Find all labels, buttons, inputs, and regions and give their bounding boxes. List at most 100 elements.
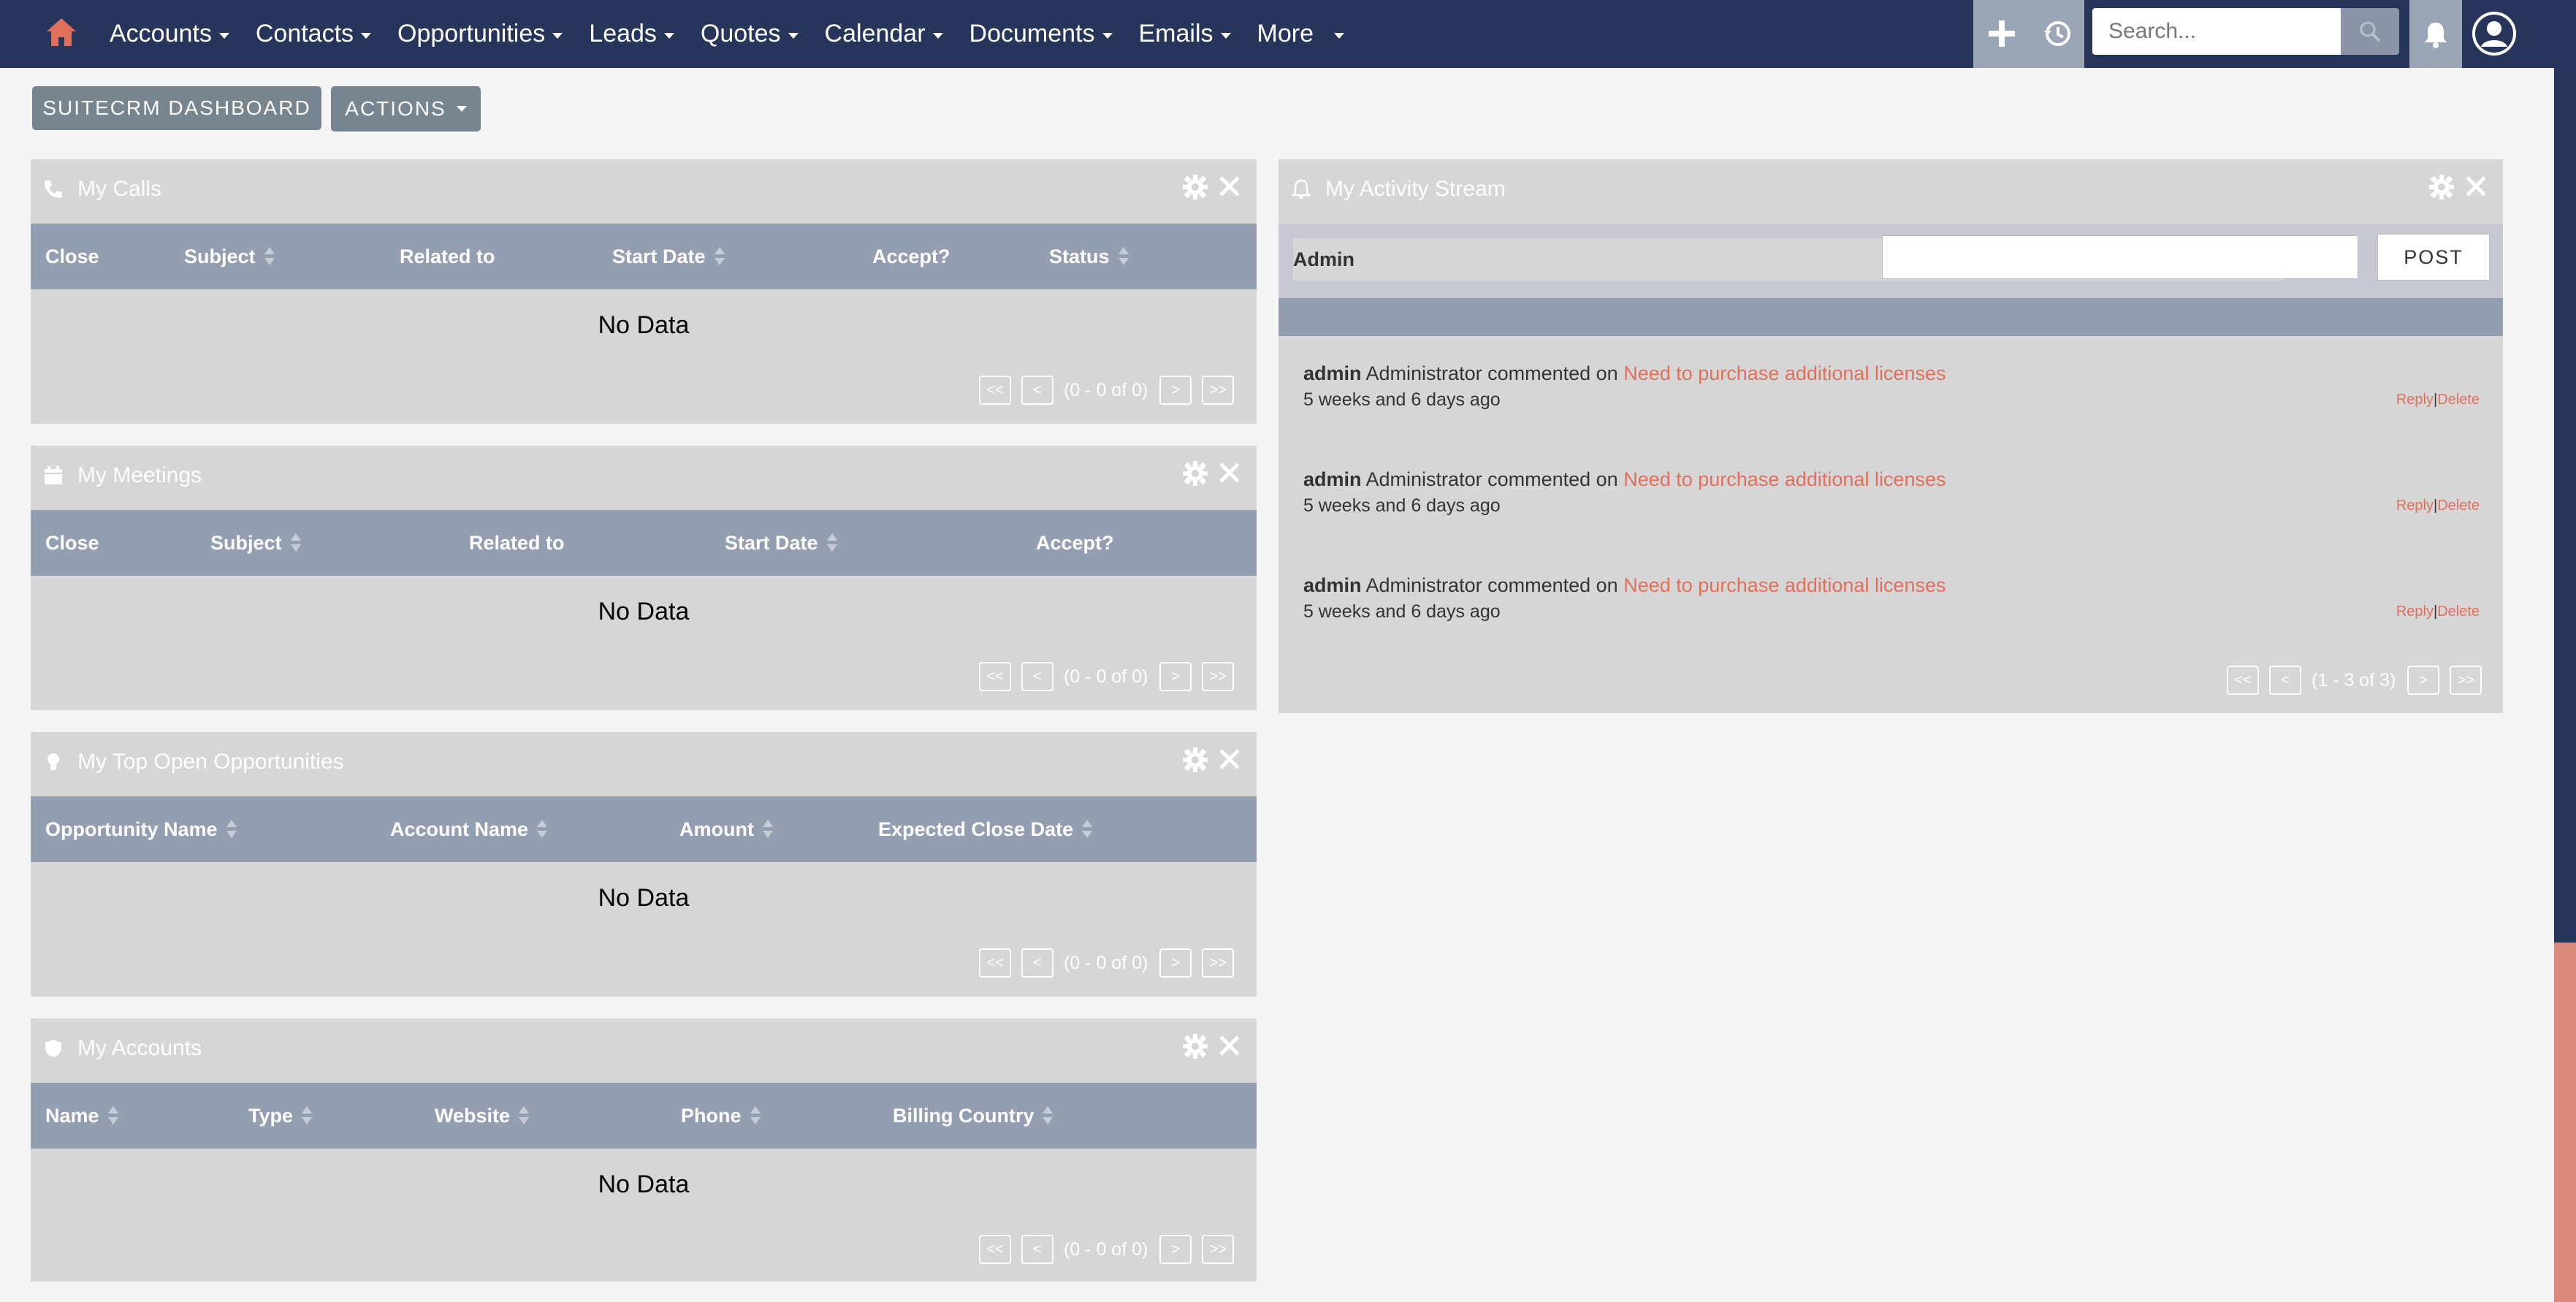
dashlet-my-meetings: My Meetings Close Subject Related to Sta… [31,446,1257,710]
post-button[interactable]: POST [2377,234,2490,281]
column-amount[interactable]: Amount [679,796,773,862]
pager-next-button[interactable]: > [1159,376,1192,405]
dashboard-tab-button[interactable]: SUITECRM DASHBOARD [32,86,321,130]
notifications-button[interactable] [2409,0,2462,68]
chevron-down-icon [218,32,229,39]
pager-last-button[interactable]: >> [1202,948,1235,978]
activity-user[interactable]: admin [1303,362,1362,384]
column-start-date[interactable]: Start Date [725,510,837,576]
column-name[interactable]: Name [45,1083,118,1149]
close-icon[interactable] [1217,747,1242,772]
sort-icon [226,818,237,840]
post-user-name: Admin [1293,248,1354,270]
gear-icon[interactable] [1182,460,1208,487]
column-related-to[interactable]: Related to [400,224,495,289]
column-accept[interactable]: Accept? [872,224,950,289]
search-input[interactable] [2092,8,2341,55]
search-button[interactable] [2341,8,2399,55]
pager-first-button[interactable]: << [979,948,1011,978]
pager-prev-button[interactable]: < [1021,376,1053,405]
pager-prev-button[interactable]: < [1021,1235,1053,1264]
pager-last-button[interactable]: >> [1202,1235,1235,1264]
column-label: Accept? [872,245,950,267]
activity-link[interactable]: Need to purchase additional licenses [1623,468,1946,490]
pager-prev-button[interactable]: < [1021,662,1053,691]
actions-button[interactable]: ACTIONS [331,86,481,132]
gear-icon[interactable] [1182,174,1208,200]
menu-quotes[interactable]: Quotes [701,20,799,48]
pager-prev-button[interactable]: < [1021,948,1053,978]
home-icon[interactable] [42,15,80,50]
column-close[interactable]: Close [45,510,99,576]
activity-text: Administrator commented on [1365,362,1618,384]
pager-first-button[interactable]: << [2227,666,2259,695]
delete-link[interactable]: Delete [2437,604,2480,620]
pager-next-button[interactable]: > [1159,1235,1192,1264]
bell-icon [2425,22,2447,48]
scrollbar-thumb[interactable] [2554,943,2576,1302]
pager-first-button[interactable]: << [979,662,1011,691]
pager-prev-button[interactable]: < [2269,666,2301,695]
reply-link[interactable]: Reply [2396,392,2434,408]
column-phone[interactable]: Phone [681,1083,761,1149]
column-subject[interactable]: Subject [210,510,301,576]
reply-link[interactable]: Reply [2396,604,2434,620]
column-billing-country[interactable]: Billing Country [893,1083,1053,1149]
column-related-to[interactable]: Related to [469,510,565,576]
gear-icon[interactable] [1182,747,1208,773]
column-accept[interactable]: Accept? [1036,510,1114,576]
column-status[interactable]: Status [1049,224,1129,289]
post-text-input[interactable] [1882,235,2358,279]
menu-leads[interactable]: Leads [589,20,674,48]
menu-emails[interactable]: Emails [1139,20,1231,48]
menu-opportunities[interactable]: Opportunities [397,20,563,48]
pager-next-button[interactable]: > [2407,666,2440,695]
sort-icon [714,245,725,267]
plus-icon[interactable] [1983,15,2021,53]
column-type[interactable]: Type [248,1083,313,1149]
activity-link[interactable]: Need to purchase additional licenses [1623,362,1946,384]
column-subject[interactable]: Subject [184,224,275,289]
column-start-date[interactable]: Start Date [612,224,725,289]
menu-accounts[interactable]: Accounts [110,20,229,48]
close-icon[interactable] [1217,460,1242,485]
close-icon[interactable] [1217,174,1242,199]
column-opportunity-name[interactable]: Opportunity Name [45,796,237,862]
pager-last-button[interactable]: >> [1202,662,1235,691]
sort-icon [1118,245,1129,267]
pager-first-button[interactable]: << [979,376,1011,405]
pager-first-button[interactable]: << [979,1235,1011,1264]
column-account-name[interactable]: Account Name [390,796,548,862]
activity-user[interactable]: admin [1303,468,1362,490]
table-header: Close Subject Related to Start Date Acce… [31,510,1257,576]
menu-more[interactable]: More [1257,20,1344,48]
post-form: Admin POST [1279,224,2503,298]
activity-user[interactable]: admin [1303,574,1362,596]
pager-last-button[interactable]: >> [1202,376,1235,405]
column-close[interactable]: Close [45,224,99,289]
column-website[interactable]: Website [435,1083,530,1149]
menu-documents[interactable]: Documents [969,20,1113,48]
delete-link[interactable]: Delete [2437,392,2480,408]
close-icon[interactable] [1217,1033,1242,1058]
activity-link[interactable]: Need to purchase additional licenses [1623,574,1946,596]
column-expected-close-date[interactable]: Expected Close Date [878,796,1093,862]
close-icon[interactable] [2463,174,2488,199]
dashlet-my-accounts: My Accounts Name Type Website Phone Bill… [31,1019,1257,1282]
empty-message: No Data [598,1170,690,1198]
menu-contacts[interactable]: Contacts [256,20,372,48]
sort-icon [1082,818,1093,840]
delete-link[interactable]: Delete [2437,498,2480,514]
user-avatar-icon[interactable] [2471,10,2518,57]
gear-icon[interactable] [1182,1033,1208,1059]
pager-next-button[interactable]: > [1159,948,1192,978]
reply-link[interactable]: Reply [2396,498,2434,514]
gear-icon[interactable] [2428,174,2455,200]
pager-next-button[interactable]: > [1159,662,1192,691]
menu-calendar[interactable]: Calendar [825,20,943,48]
history-icon[interactable] [2038,15,2076,53]
main-menu: Accounts Contacts Opportunities Leads Qu… [110,0,1371,68]
column-label: Expected Close Date [878,818,1074,840]
empty-message: No Data [598,311,690,339]
pager-last-button[interactable]: >> [2450,666,2482,695]
